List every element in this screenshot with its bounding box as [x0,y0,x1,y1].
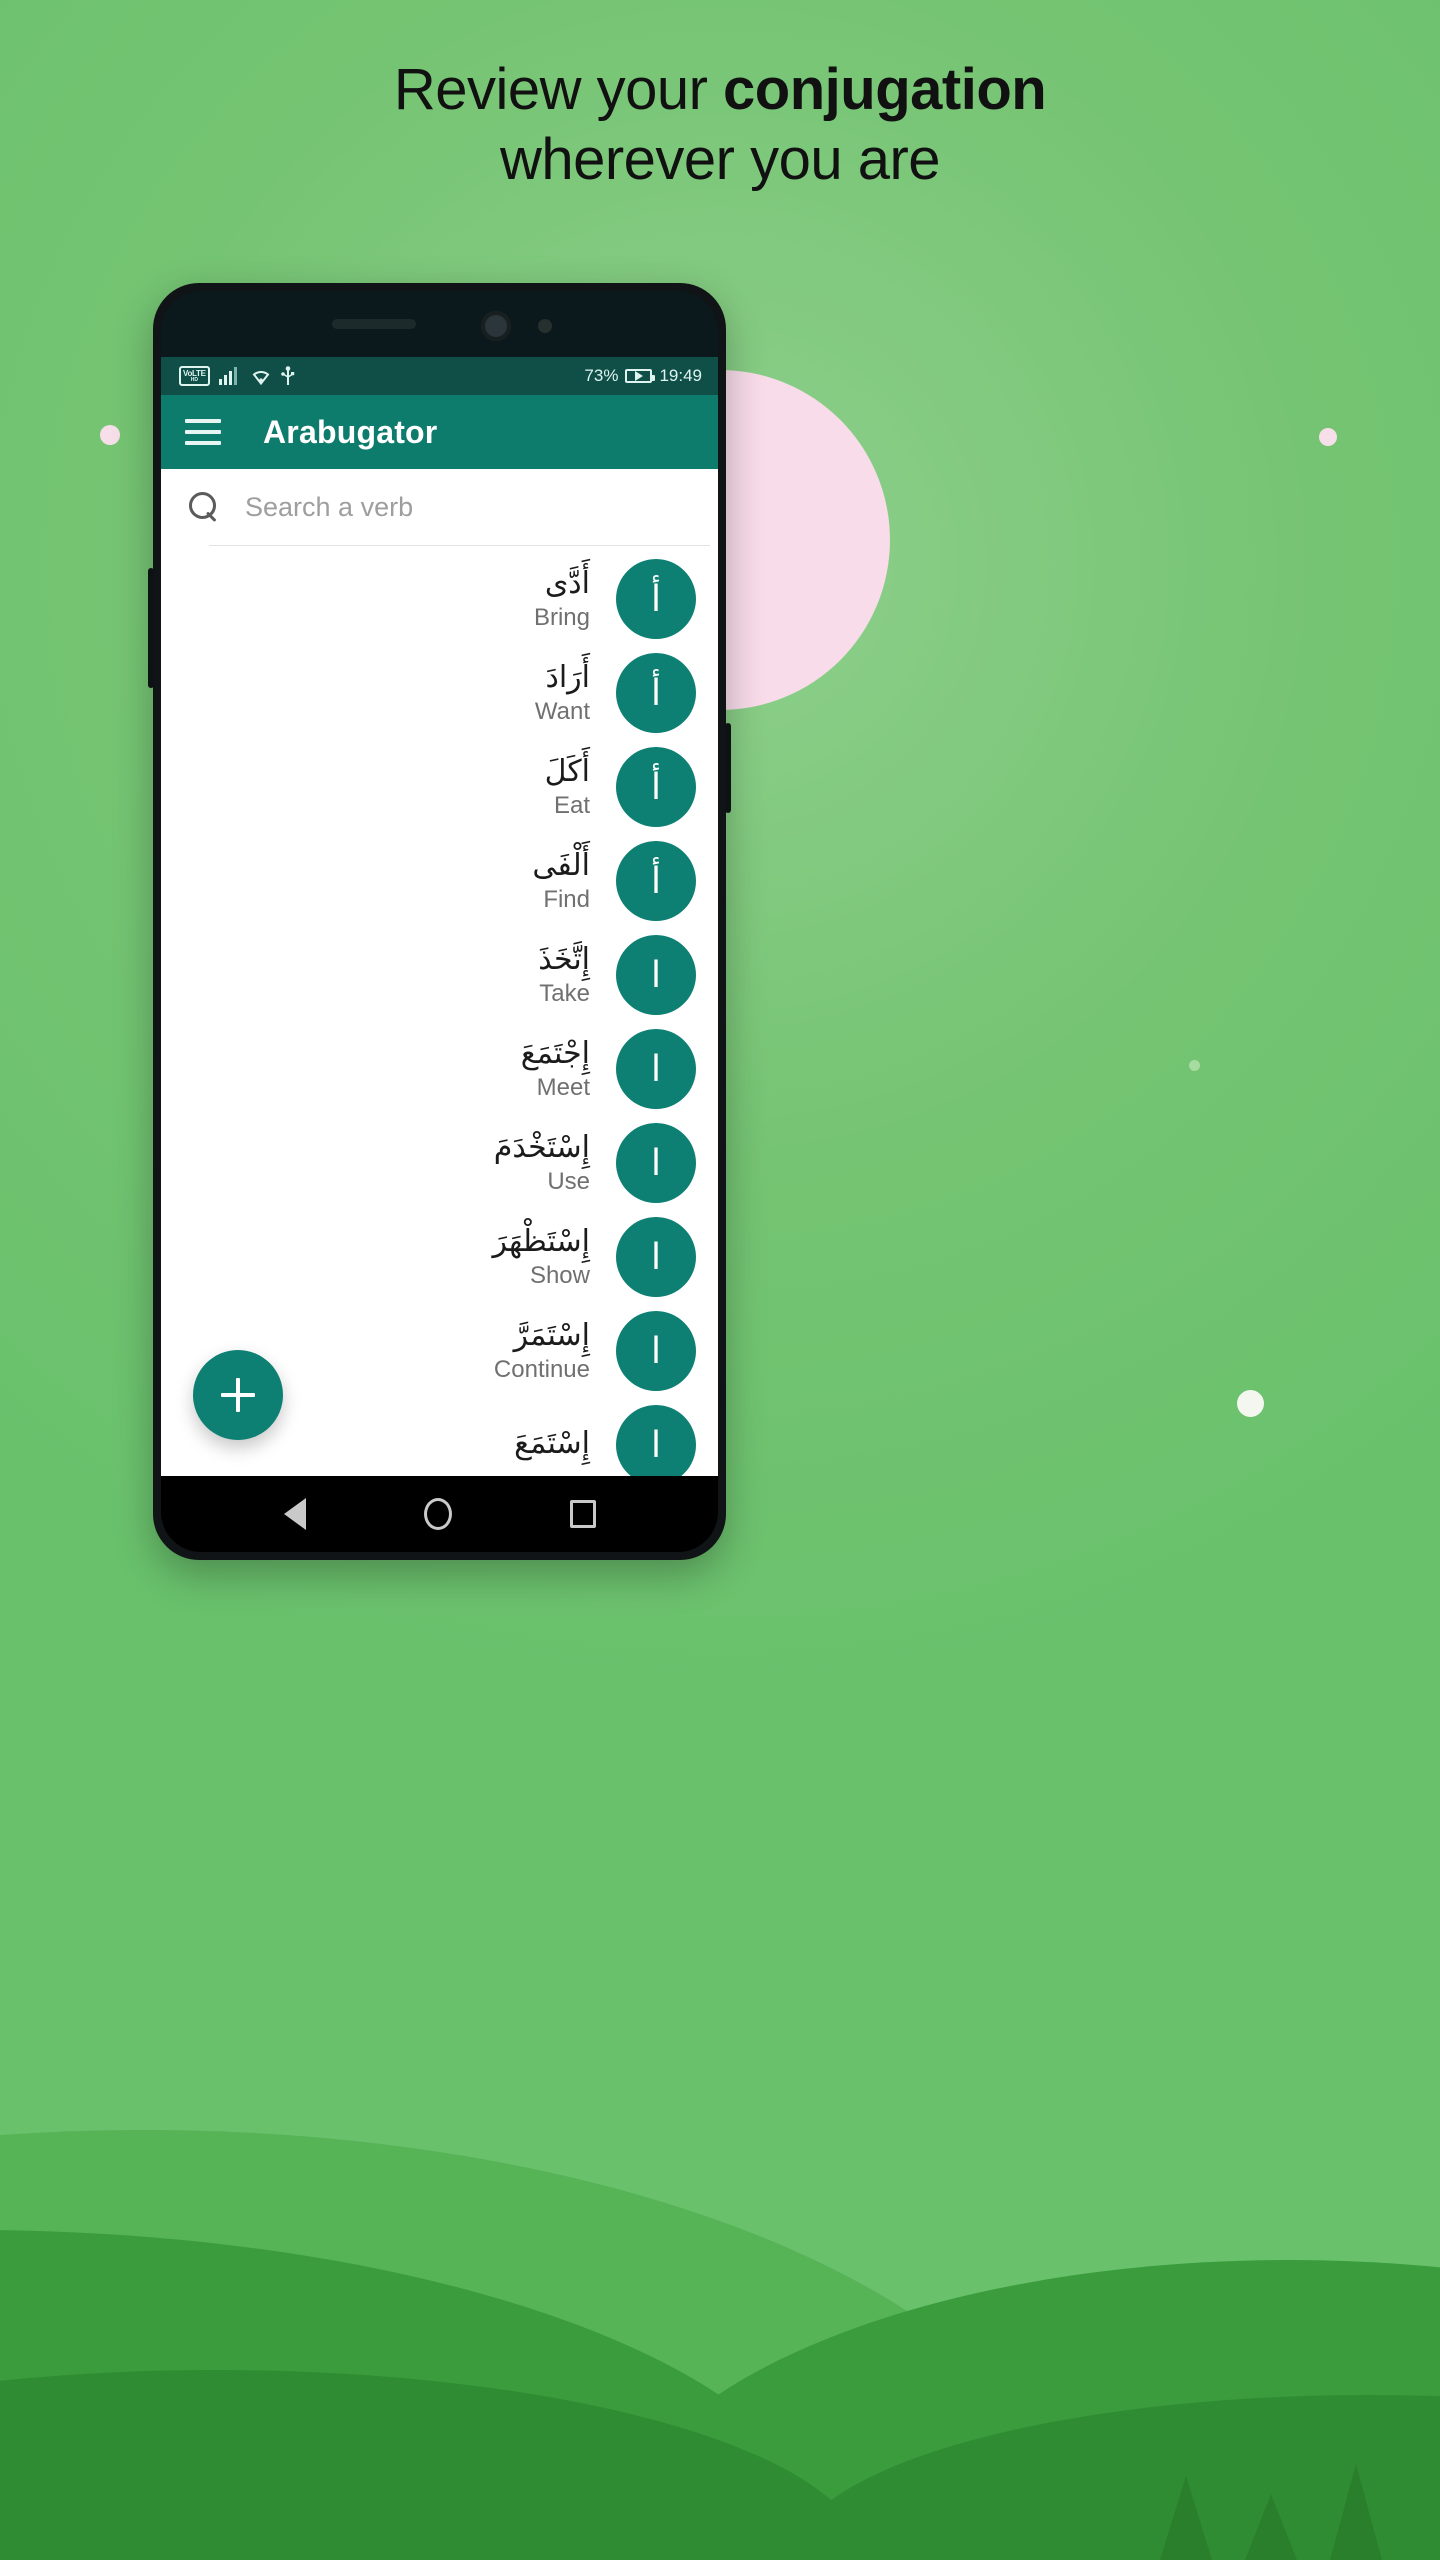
verb-avatar: أ [616,747,696,827]
verb-labels: إِسْتَمَعَ [514,1426,590,1464]
verb-list[interactable]: أَدَّى Bring أ أَرَادَ Want أ أَكَلَ Eat أ أَلْفَ… [161,546,718,1476]
verb-arabic: أَرَادَ [545,660,590,695]
search-input[interactable]: Search a verb [245,492,413,523]
app-bar: Arabugator [161,395,718,469]
phone-power-button [725,723,731,813]
verb-list-item[interactable]: أَرَادَ Want أ [161,646,718,740]
verb-avatar: ا [616,935,696,1015]
verb-translation: Want [534,698,590,725]
headline-line-2: wherever you are [499,127,941,192]
volte-sub-label: HD [190,377,198,383]
verb-labels: أَكَلَ Eat [545,754,590,820]
battery-percent-label: 73% [584,366,619,385]
verb-labels: إِجْتَمَعَ Meet [521,1036,590,1102]
android-navigation-bar [161,1476,718,1552]
phone-notch [161,291,718,357]
tree-decoration-3 [1330,2464,1382,2560]
dot-decoration-middle [1189,1060,1200,1071]
verb-labels: أَدَّى Bring [534,566,590,632]
verb-translation: Eat [553,792,590,819]
verb-labels: أَلْفَى Find [532,848,590,914]
verb-translation: Find [543,886,590,913]
dot-decoration-lower [1237,1390,1264,1417]
battery-charging-icon [625,369,656,383]
verb-arabic: أَلْفَى [532,848,590,883]
tree-decoration-1 [1160,2476,1212,2560]
verb-avatar: ا [616,1123,696,1203]
headline-bold-text: conjugation [723,57,1047,122]
verb-list-item[interactable]: أَلْفَى Find أ [161,834,718,928]
verb-avatar: ا [616,1029,696,1109]
add-verb-fab[interactable] [193,1350,283,1440]
signal-bars-icon [218,367,237,385]
verb-list-item[interactable]: إِتَّخَذَ Take ا [161,928,718,1022]
wifi-icon [252,370,270,385]
verb-labels: إِسْتَخْدَمَ Use [494,1130,590,1196]
verb-avatar: أ [616,653,696,733]
verb-labels: إِتَّخَذَ Take [538,942,590,1008]
app-content: Search a verb أَدَّى Bring أ أَرَادَ Want أ أَ… [161,469,718,1476]
promo-headline: Review your conjugation wherever you are [0,55,1440,195]
headline-plain-text: Review your [393,57,724,122]
verb-labels: إِسْتَظْهَرَ Show [492,1224,590,1290]
verb-avatar: ا [616,1311,696,1391]
recents-square-icon[interactable] [569,1500,596,1528]
verb-labels: أَرَادَ Want [535,660,590,726]
proximity-sensor-icon [537,319,552,333]
volte-icon: VoLTE HD [179,366,210,386]
tree-decoration-2 [1245,2494,1297,2560]
verb-arabic: إِسْتَمَرَّ [513,1318,590,1353]
back-triangle-icon[interactable] [283,1498,306,1530]
phone-mockup: VoLTE HD 73% 19:49 Arabugator Search a v… [148,283,731,1560]
search-icon [189,492,219,522]
verb-arabic: إِجْتَمَعَ [520,1036,590,1071]
verb-avatar: ا [616,1217,696,1297]
verb-avatar: أ [616,559,696,639]
status-bar-left-icons: VoLTE HD [179,366,295,386]
status-bar-right-icons: 73% 19:49 [584,366,702,386]
verb-arabic: أَكَلَ [544,754,590,789]
verb-list-item[interactable]: أَكَلَ Eat أ [161,740,718,834]
usb-icon [280,366,294,385]
verb-translation: Continue [493,1356,590,1383]
hamburger-menu-icon[interactable] [185,419,221,445]
verb-translation: Bring [533,604,590,631]
verb-list-item[interactable]: أَدَّى Bring أ [161,552,718,646]
android-status-bar: VoLTE HD 73% 19:49 [161,357,718,395]
clock-label: 19:49 [659,366,702,385]
verb-arabic: إِسْتَظْهَرَ [492,1224,590,1259]
verb-labels: إِسْتَمَرَّ Continue [494,1318,590,1384]
verb-list-item[interactable]: إِجْتَمَعَ Meet ا [161,1022,718,1116]
front-camera-icon [480,311,511,341]
home-circle-icon[interactable] [423,1498,452,1530]
headline-line-1: Review your conjugation [0,55,1440,125]
phone-screen: VoLTE HD 73% 19:49 Arabugator Search a v… [161,291,718,1552]
verb-arabic: إِسْتَمَعَ [514,1426,590,1461]
earpiece-speaker [331,319,416,329]
verb-arabic: أَدَّى [544,566,590,601]
verb-translation: Meet [536,1074,590,1101]
verb-translation: Take [539,980,590,1007]
search-bar[interactable]: Search a verb [161,469,718,545]
verb-arabic: إِتَّخَذَ [538,942,590,977]
app-title: Arabugator [263,413,438,450]
verb-arabic: إِسْتَخْدَمَ [493,1130,590,1165]
verb-avatar: أ [616,841,696,921]
dot-decoration-left [100,425,120,445]
plus-icon [221,1378,255,1412]
verb-translation: Use [547,1168,590,1195]
phone-volume-button [148,568,154,688]
verb-list-item[interactable]: إِسْتَخْدَمَ Use ا [161,1116,718,1210]
verb-translation: Show [529,1262,590,1289]
verb-avatar: ا [616,1405,696,1476]
dot-decoration-right [1319,428,1337,446]
verb-list-item[interactable]: إِسْتَظْهَرَ Show ا [161,1210,718,1304]
